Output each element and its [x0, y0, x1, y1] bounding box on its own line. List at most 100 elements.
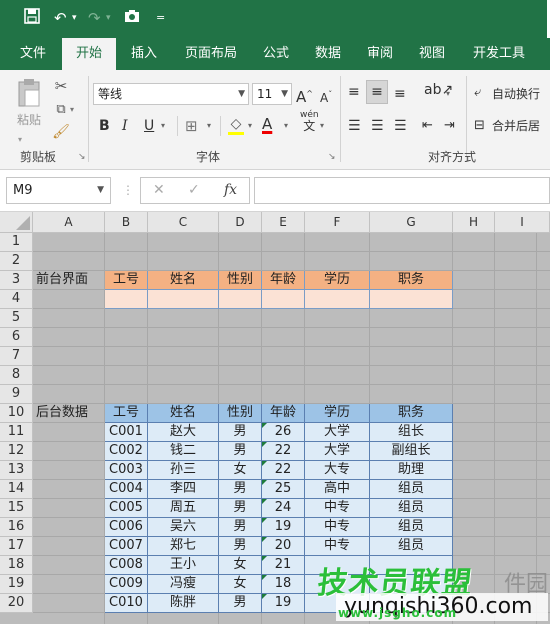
- data-cell[interactable]: 男: [219, 499, 262, 518]
- save-icon[interactable]: [24, 8, 40, 29]
- border-dropdown-icon[interactable]: ▾: [207, 116, 211, 136]
- column-header-d[interactable]: D: [219, 212, 262, 233]
- align-right-icon[interactable]: ☰: [394, 116, 407, 136]
- column-header-i[interactable]: I: [495, 212, 550, 233]
- data-cell[interactable]: 25: [262, 480, 305, 499]
- data-cell[interactable]: 21: [262, 556, 305, 575]
- back-data-label[interactable]: 后台数据: [33, 404, 105, 423]
- front-input-cell[interactable]: [370, 290, 453, 309]
- customize-qat-icon[interactable]: =: [156, 8, 165, 28]
- font-launcher-icon[interactable]: ↘: [328, 152, 336, 162]
- decrease-indent-icon[interactable]: ⇤: [422, 116, 433, 136]
- front-header-cell[interactable]: 职务: [370, 271, 453, 290]
- merge-center-icon[interactable]: ⊟: [474, 116, 485, 136]
- row-header-13[interactable]: 13: [0, 461, 33, 480]
- grow-font-icon[interactable]: A^: [296, 84, 313, 107]
- row-header-9[interactable]: 9: [0, 385, 33, 404]
- data-cell[interactable]: 男: [219, 537, 262, 556]
- row-header-16[interactable]: 16: [0, 518, 33, 537]
- front-interface-label[interactable]: 前台界面: [33, 271, 105, 290]
- column-header-h[interactable]: H: [453, 212, 495, 233]
- font-size-combo[interactable]: 11 ▼: [252, 83, 292, 105]
- front-input-cell[interactable]: [305, 290, 370, 309]
- row-header-12[interactable]: 12: [0, 442, 33, 461]
- select-all-corner[interactable]: [0, 212, 33, 233]
- front-header-cell[interactable]: 年龄: [262, 271, 305, 290]
- fill-color-icon[interactable]: ◇: [228, 114, 244, 135]
- front-input-cell[interactable]: [262, 290, 305, 309]
- row-header-2[interactable]: 2: [0, 252, 33, 271]
- data-cell[interactable]: 22: [262, 461, 305, 480]
- data-cell[interactable]: 大学: [305, 423, 370, 442]
- back-header-cell[interactable]: 年龄: [262, 404, 305, 423]
- row-header-14[interactable]: 14: [0, 480, 33, 499]
- merge-center-button[interactable]: 合并后居: [492, 116, 540, 136]
- formula-input[interactable]: [254, 177, 550, 204]
- row-header-11[interactable]: 11: [0, 423, 33, 442]
- align-center-icon[interactable]: ☰: [371, 116, 384, 136]
- data-cell[interactable]: 24: [262, 499, 305, 518]
- align-left-icon[interactable]: ☰: [348, 116, 361, 136]
- data-cell[interactable]: 李四: [148, 480, 219, 499]
- data-cell[interactable]: C001: [105, 423, 148, 442]
- phonetic-icon[interactable]: wén 文: [300, 110, 319, 134]
- data-cell[interactable]: 男: [219, 423, 262, 442]
- front-header-cell[interactable]: 工号: [105, 271, 148, 290]
- data-cell[interactable]: 组员: [370, 480, 453, 499]
- front-header-cell[interactable]: 学历: [305, 271, 370, 290]
- data-cell[interactable]: 助理: [370, 461, 453, 480]
- data-cell[interactable]: C009: [105, 575, 148, 594]
- data-cell[interactable]: 陈胖: [148, 594, 219, 613]
- row-header-10[interactable]: 10: [0, 404, 33, 423]
- redo-icon[interactable]: ↷: [88, 8, 101, 28]
- data-cell[interactable]: 19: [262, 594, 305, 613]
- column-header-a[interactable]: A: [33, 212, 105, 233]
- redo-dropdown-icon[interactable]: ▾: [106, 8, 111, 28]
- border-icon[interactable]: ⊞: [185, 116, 198, 136]
- orientation-dropdown-icon[interactable]: ▾: [446, 84, 450, 104]
- data-cell[interactable]: 王小: [148, 556, 219, 575]
- data-cell[interactable]: 组员: [370, 537, 453, 556]
- data-cell[interactable]: 18: [262, 575, 305, 594]
- data-cell[interactable]: C003: [105, 461, 148, 480]
- data-cell[interactable]: 组员: [370, 518, 453, 537]
- row-header-3[interactable]: 3: [0, 271, 33, 290]
- data-cell[interactable]: 男: [219, 480, 262, 499]
- data-cell[interactable]: C006: [105, 518, 148, 537]
- row-header-4[interactable]: 4: [0, 290, 33, 309]
- front-input-cell[interactable]: [105, 290, 148, 309]
- clipboard-launcher-icon[interactable]: ↘: [78, 152, 86, 162]
- phonetic-dropdown-icon[interactable]: ▾: [320, 116, 324, 136]
- front-header-cell[interactable]: 姓名: [148, 271, 219, 290]
- row-header-17[interactable]: 17: [0, 537, 33, 556]
- row-header-7[interactable]: 7: [0, 347, 33, 366]
- row-header-18[interactable]: 18: [0, 556, 33, 575]
- data-cell[interactable]: 高中: [305, 480, 370, 499]
- data-cell[interactable]: 女: [219, 575, 262, 594]
- bold-button[interactable]: B: [99, 116, 110, 136]
- back-header-cell[interactable]: 工号: [105, 404, 148, 423]
- copy-dropdown-icon[interactable]: ▾: [70, 100, 74, 120]
- data-cell[interactable]: 男: [219, 442, 262, 461]
- data-cell[interactable]: C007: [105, 537, 148, 556]
- data-cell[interactable]: 组长: [370, 423, 453, 442]
- data-cell[interactable]: 大学: [305, 442, 370, 461]
- data-cell[interactable]: 中专: [305, 537, 370, 556]
- data-cell[interactable]: 20: [262, 537, 305, 556]
- increase-indent-icon[interactable]: ⇥: [444, 116, 455, 136]
- row-header-20[interactable]: 20: [0, 594, 33, 613]
- data-cell[interactable]: 男: [219, 518, 262, 537]
- column-header-f[interactable]: F: [305, 212, 370, 233]
- data-cell[interactable]: C005: [105, 499, 148, 518]
- tab-developer[interactable]: 开发工具: [464, 38, 534, 70]
- data-cell[interactable]: 孙三: [148, 461, 219, 480]
- front-input-cell[interactable]: [148, 290, 219, 309]
- tab-data[interactable]: 数据: [306, 38, 350, 70]
- tab-home[interactable]: 开始: [62, 38, 116, 70]
- row-header-6[interactable]: 6: [0, 328, 33, 347]
- shrink-font-icon[interactable]: Aˇ: [320, 85, 332, 108]
- back-header-cell[interactable]: 学历: [305, 404, 370, 423]
- back-header-cell[interactable]: 姓名: [148, 404, 219, 423]
- row-header-8[interactable]: 8: [0, 366, 33, 385]
- data-cell[interactable]: 赵大: [148, 423, 219, 442]
